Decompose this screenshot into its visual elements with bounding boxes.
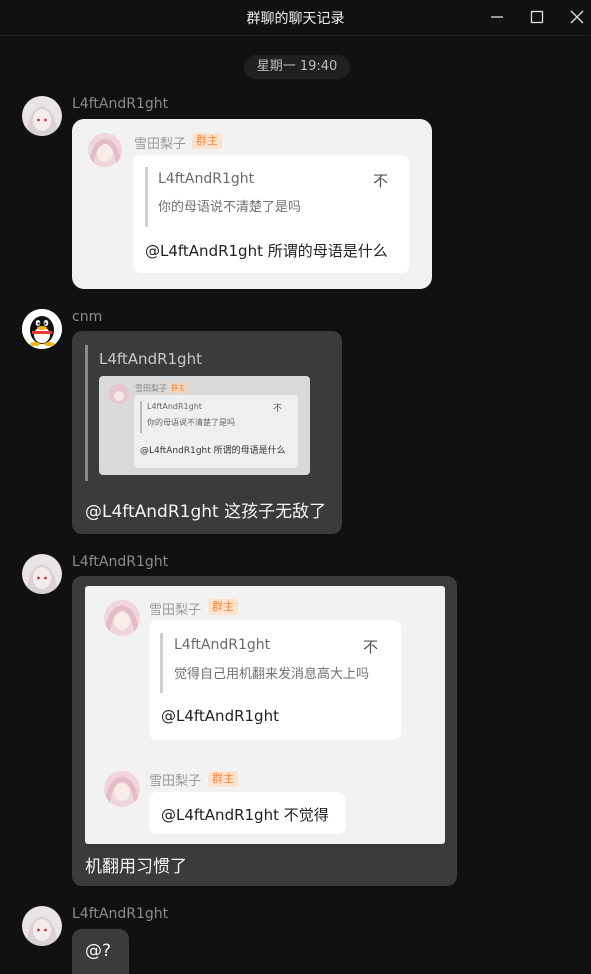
sender-name: L4ftAndR1ght [72,554,169,570]
reply-text: @L4ftAndR1ght 所谓的母语是什么 [145,242,388,260]
avatar [104,771,140,807]
owner-badge: 群主 [192,133,222,149]
sender-name: L4ftAndR1ght [72,906,169,922]
quote-name: L4ftAndR1ght [174,637,271,653]
penguin-avatar[interactable] [22,309,62,349]
reply-text: @L4ftAndR1ght 不觉得 [161,806,329,824]
quote-bar [140,401,142,433]
avatar [104,600,140,636]
owner-badge: 群主 [208,599,238,615]
message-bubble[interactable]: 雪田梨子 群主 L4ftAndR1ght 不 觉得自己用机翻来发消息高大上吗 @… [72,576,457,886]
owner-badge: 群主 [208,771,238,787]
owner-badge: 群主 [169,383,187,393]
message-bubble[interactable]: @? [72,929,129,974]
nickname: 雪田梨子 [149,774,202,789]
reply-text: @L4ftAndR1ght [161,707,279,725]
quote-text: 觉得自己用机翻来发消息高大上吗 [174,667,370,682]
reply-box: @L4ftAndR1ght 不觉得 [149,792,346,834]
minimize-icon[interactable] [488,8,506,26]
avatar [109,384,129,404]
reply-box: L4ftAndR1ght 不 你的母语说不清楚了是吗 @L4ftAndR1ght… [134,395,298,468]
forwarded-image[interactable]: 雪田梨子 群主 L4ftAndR1ght 不 觉得自己用机翻来发消息高大上吗 @… [85,586,445,844]
time-divider: 星期一 19:40 [244,55,350,79]
sender-name: cnm [72,309,103,325]
quote-text: 你的母语说不清楚了是吗 [147,418,235,427]
nickname: 雪田梨子 [135,384,167,393]
nickname: 雪田梨子 [134,137,187,152]
nickname: 雪田梨子 [149,603,202,618]
message-bubble[interactable]: L4ftAndR1ght 雪田梨子 群主 L4ftAndR1ght 不 你的母语… [72,331,342,534]
message-text: @? [85,941,112,961]
quoted-image[interactable]: 雪田梨子 群主 L4ftAndR1ght 不 你的母语说不清楚了是吗 @L4ft… [99,376,310,475]
message-text: @L4ftAndR1ght 这孩子无敌了 [85,502,327,522]
quote-name: L4ftAndR1ght [158,171,255,187]
quote-text: 你的母语说不清楚了是吗 [158,200,302,215]
avatar[interactable] [22,96,62,136]
sender-name: L4ftAndR1ght [72,96,169,112]
reply-box: L4ftAndR1ght 不 觉得自己用机翻来发消息高大上吗 @L4ftAndR… [149,620,401,740]
title-bar: 群聊的聊天记录 [0,0,591,36]
quote-jump: 不 [363,638,379,656]
reply-box: L4ftAndR1ght 不 你的母语说不清楚了是吗 @L4ftAndR1ght… [133,155,410,273]
avatar[interactable] [22,554,62,594]
avatar[interactable] [22,906,62,946]
avatar [88,133,122,167]
quote-bar [85,345,88,481]
quote-bar [145,167,148,227]
close-icon[interactable] [568,8,586,26]
quote-jump[interactable]: 不 [373,170,388,191]
quote-jump: 不 [273,404,283,414]
reply-text: @L4ftAndR1ght 所谓的母语是什么 [140,446,286,456]
quote-bar [160,633,163,693]
forwarded-message-card[interactable]: 雪田梨子 群主 L4ftAndR1ght 不 你的母语说不清楚了是吗 @L4ft… [72,119,432,289]
quote-name: L4ftAndR1ght [99,350,202,368]
maximize-icon[interactable] [528,8,546,26]
message-text: 机翻用习惯了 [85,857,187,877]
quote-name: L4ftAndR1ght [147,402,202,411]
